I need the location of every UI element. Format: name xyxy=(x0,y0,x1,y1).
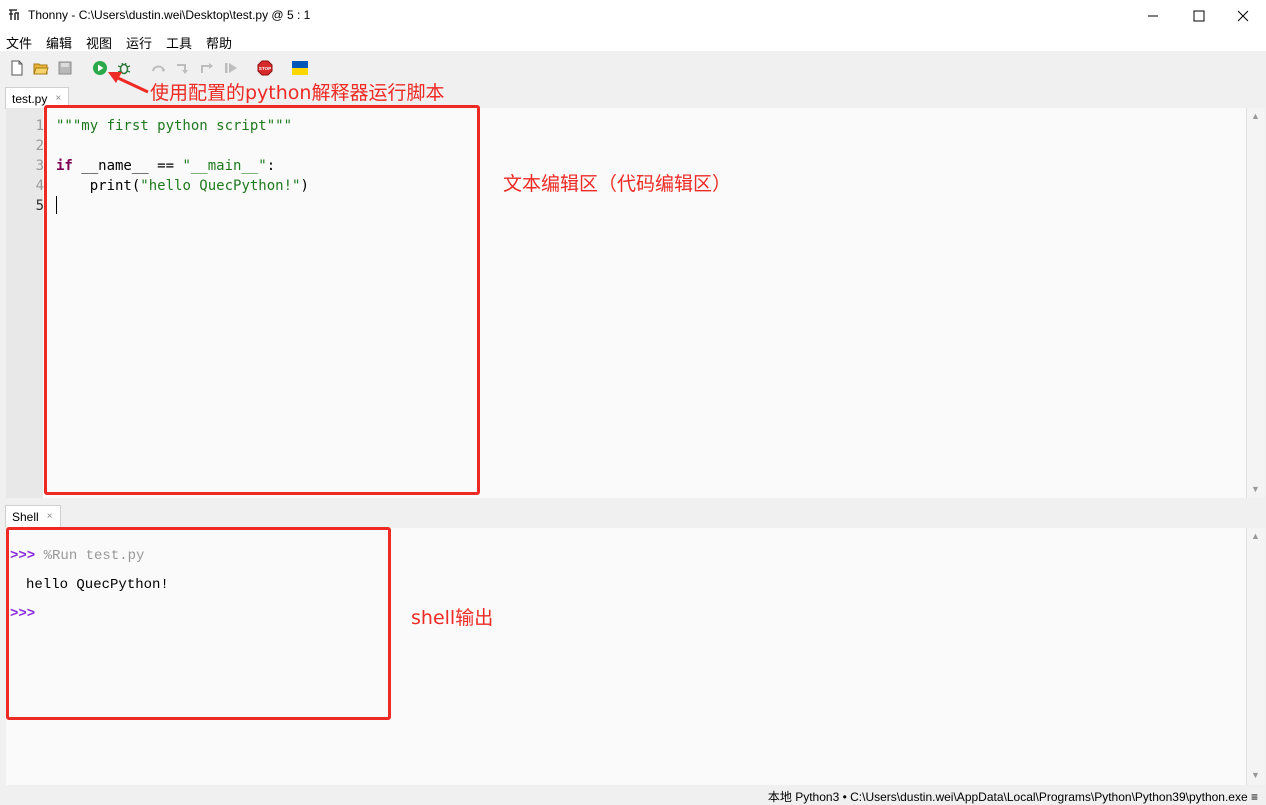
close-icon xyxy=(1237,10,1249,21)
minimize-button[interactable] xyxy=(1130,0,1176,31)
tab-close-icon[interactable]: × xyxy=(55,93,61,104)
minimize-icon xyxy=(1148,15,1158,16)
menu-edit[interactable]: 编辑 xyxy=(46,33,72,52)
menu-file[interactable]: 文件 xyxy=(6,33,32,52)
menu-run[interactable]: 运行 xyxy=(126,33,152,52)
shell-output-highlight xyxy=(6,527,391,720)
menu-tools[interactable]: 工具 xyxy=(166,33,192,52)
close-window-button[interactable] xyxy=(1220,0,1266,31)
shell-scrollbar[interactable]: ▲ ▼ xyxy=(1246,528,1265,785)
line-number-gutter: 1 2 3 4 5 xyxy=(6,108,44,498)
menu-help[interactable]: 帮助 xyxy=(206,33,232,52)
tab-label: test.py xyxy=(12,91,48,106)
window-title: Thonny - C:\Users\dustin.wei\Desktop\tes… xyxy=(28,8,311,22)
stop-icon[interactable]: STOP xyxy=(257,60,273,76)
interpreter-status[interactable]: 本地 Python3 • C:\Users\dustin.wei\AppData… xyxy=(768,788,1258,805)
scroll-down-icon[interactable]: ▼ xyxy=(1251,770,1260,780)
save-file-icon[interactable] xyxy=(57,60,73,76)
status-bar: 本地 Python3 • C:\Users\dustin.wei\AppData… xyxy=(0,786,1266,804)
menu-view[interactable]: 视图 xyxy=(86,33,112,52)
tab-label: Shell xyxy=(12,509,39,524)
line-number: 5 xyxy=(35,198,44,214)
maximize-button[interactable] xyxy=(1176,0,1222,31)
scroll-up-icon[interactable]: ▲ xyxy=(1251,111,1260,121)
editor-scrollbar[interactable]: ▲ ▼ xyxy=(1246,108,1265,498)
step-over-icon[interactable] xyxy=(151,60,167,76)
shell-output-annotation: shell输出 xyxy=(411,607,494,629)
line-number: 2 xyxy=(35,138,44,154)
line-number: 4 xyxy=(35,178,44,194)
title-bar: Thonny - C:\Users\dustin.wei\Desktop\tes… xyxy=(0,0,1266,31)
step-into-icon[interactable] xyxy=(175,60,191,76)
tab-shell[interactable]: Shell × xyxy=(5,505,61,527)
thonny-logo-icon xyxy=(9,9,19,20)
run-hint-annotation: 使用配置的python解释器运行脚本 xyxy=(150,82,445,104)
step-out-icon[interactable] xyxy=(199,60,215,76)
resume-icon[interactable] xyxy=(223,60,239,76)
editor-area-highlight xyxy=(44,105,480,495)
menu-bar: 文件 编辑 视图 运行 工具 帮助 xyxy=(0,31,1266,51)
line-number: 1 xyxy=(35,118,44,134)
annotation-arrow xyxy=(108,72,149,94)
new-file-icon[interactable] xyxy=(9,60,25,76)
line-number: 3 xyxy=(35,158,44,174)
open-file-icon[interactable] xyxy=(33,60,49,76)
ukraine-flag-icon[interactable] xyxy=(292,60,308,76)
scroll-down-icon[interactable]: ▼ xyxy=(1251,484,1260,494)
scroll-up-icon[interactable]: ▲ xyxy=(1251,531,1260,541)
toolbar: STOP 使用配置的python解释器运行脚本 xyxy=(0,51,1266,104)
svg-text:STOP: STOP xyxy=(259,66,271,71)
maximize-icon xyxy=(1193,10,1205,21)
tab-close-icon[interactable]: × xyxy=(47,511,53,522)
editor-area-annotation: 文本编辑区（代码编辑区） xyxy=(503,173,732,195)
